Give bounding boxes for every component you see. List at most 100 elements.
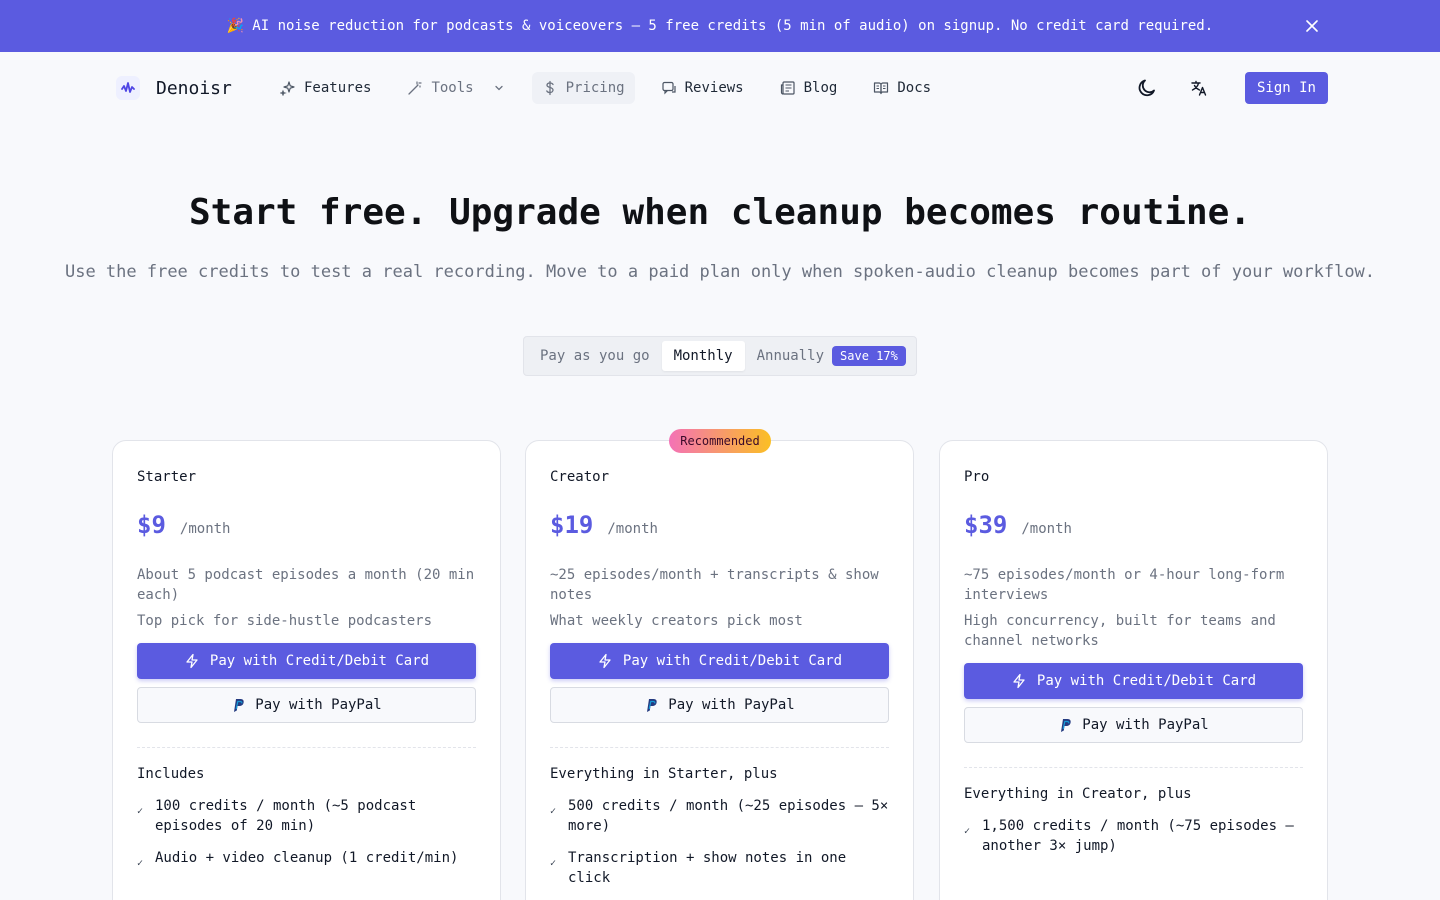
nav-docs[interactable]: Docs [863,72,941,104]
page-subtitle: Use the free credits to test a real reco… [64,262,1376,282]
book-icon [874,82,889,95]
nav-label: Reviews [684,80,744,96]
plan-price: $39 [964,511,1008,539]
sparkles-icon [280,81,295,96]
recommended-badge: Recommended [669,429,771,453]
paypal-icon [1061,719,1071,732]
nav-label: Blog [803,80,838,96]
divider [137,747,476,748]
theme-toggle-moon-icon[interactable] [1133,72,1161,104]
plan-price: $9 [137,511,166,539]
plan-card-starter: Starter $9 /month About 5 podcast episod… [112,440,501,900]
lightning-icon [186,653,198,669]
chevron-down-icon [494,85,503,91]
close-icon[interactable] [1302,16,1322,36]
waveform-logo-icon [116,76,140,100]
button-label: Pay with Credit/Debit Card [1036,673,1257,689]
check-icon: ✓ [550,858,557,869]
feature-text: 1,500 credits / month (~75 episodes — an… [982,818,1294,854]
check-icon: ✓ [137,806,144,817]
pay-paypal-button[interactable]: Pay with PayPal [137,687,476,723]
feature-item: ✓ 1,500 credits / month (~75 episodes — … [964,816,1303,856]
price-row: $19 /month [550,511,889,539]
features-title: Everything in Creator, plus [964,786,1192,802]
plan-tagline: High concurrency, built for teams and ch… [964,613,1276,649]
button-label: Pay with PayPal [255,697,382,713]
plan-description: About 5 podcast episodes a month (20 min… [137,567,475,603]
billing-period-toggle: Pay as you go Monthly Annually Save 17% [523,336,917,376]
button-label: Pay with Credit/Debit Card [209,653,430,669]
plan-period: /month [607,521,658,537]
announcement-banner: 🎉 AI noise reduction for podcasts & voic… [0,0,1440,52]
nav-label: Pricing [565,80,625,96]
dollar-icon [545,80,554,96]
plan-period: /month [1021,521,1072,537]
pay-paypal-button[interactable]: Pay with PayPal [964,707,1303,743]
paypal-icon [647,699,657,712]
sign-in-button[interactable]: Sign In [1244,72,1328,104]
divider [964,767,1303,768]
feature-item: ✓ Transcription + show notes in one clic… [550,848,889,888]
feature-item: ✓ 100 credits / month (~5 podcast episod… [137,796,476,836]
save-badge: Save 17% [832,346,906,366]
banner-text: AI noise reduction for podcasts & voiceo… [252,18,1214,34]
pay-card-button[interactable]: Pay with Credit/Debit Card [137,643,476,679]
plan-description: ~75 episodes/month or 4-hour long-form i… [964,567,1285,603]
check-icon: ✓ [964,826,971,837]
price-row: $39 /month [964,511,1303,539]
nav-features[interactable]: Features [270,72,381,104]
top-navigation: Denoisr Features Tools Pricing Reviews B… [0,52,1440,124]
brand-logo[interactable]: Denoisr [116,76,232,100]
divider [550,747,889,748]
message-icon [662,81,676,95]
nav-links: Features Tools Pricing Reviews Blog Docs [270,72,957,104]
features-title: Everything in Starter, plus [550,766,778,782]
plan-tagline: Top pick for side-hustle podcasters [137,613,433,629]
language-translate-icon[interactable] [1185,72,1213,104]
plan-name: Creator [550,469,610,485]
plan-card-creator: Creator $19 /month ~25 episodes/month + … [525,440,914,900]
feature-text: 100 credits / month (~5 podcast episodes… [155,798,417,834]
nav-label: Docs [897,80,932,96]
party-icon: 🎉 [226,18,245,34]
wand-icon [408,81,423,95]
pay-paypal-button[interactable]: Pay with PayPal [550,687,889,723]
plan-name: Starter [137,469,197,485]
paypal-icon [234,699,244,712]
nav-tools-dropdown[interactable]: Tools [397,72,515,104]
nav-pricing[interactable]: Pricing [531,72,635,104]
brand-name: Denoisr [156,77,232,99]
pay-card-button[interactable]: Pay with Credit/Debit Card [550,643,889,679]
plan-name: Pro [964,469,990,485]
feature-text: Transcription + show notes in one click [568,850,847,886]
pay-card-button[interactable]: Pay with Credit/Debit Card [964,663,1303,699]
lightning-icon [599,653,611,669]
features-title: Includes [137,766,205,782]
feature-item: ✓ Audio + video cleanup (1 credit/min) [137,848,476,874]
button-label: Pay with PayPal [1082,717,1209,733]
nav-label: Features [304,80,372,96]
feature-text: Audio + video cleanup (1 credit/min) [155,850,459,866]
feature-item: ✓ 500 credits / month (~25 episodes — 5×… [550,796,889,836]
nav-label: Tools [431,80,474,96]
billing-option-monthly[interactable]: Monthly [661,341,745,371]
plan-description: ~25 episodes/month + transcripts & show … [550,567,879,603]
plan-card-pro: Pro $39 /month ~75 episodes/month or 4-h… [939,440,1328,900]
plan-period: /month [179,521,231,537]
button-label: Pay with Credit/Debit Card [622,653,843,669]
check-icon: ✓ [550,806,557,817]
nav-reviews[interactable]: Reviews [651,72,754,104]
nav-blog[interactable]: Blog [770,72,848,104]
lightning-icon [1013,673,1025,689]
plan-tagline: What weekly creators pick most [550,613,803,629]
newspaper-icon [780,81,795,95]
price-row: $9 /month [137,511,476,539]
plan-price: $19 [550,511,594,539]
feature-text: 500 credits / month (~25 episodes — 5× m… [568,798,889,834]
billing-option-payg[interactable]: Pay as you go [528,341,662,371]
check-icon: ✓ [137,858,144,869]
nav-actions: Sign In [1133,72,1328,104]
button-label: Pay with PayPal [668,697,795,713]
billing-option-annually[interactable]: Annually [745,341,836,371]
page-title: Start free. Upgrade when cleanup becomes… [188,192,1252,233]
